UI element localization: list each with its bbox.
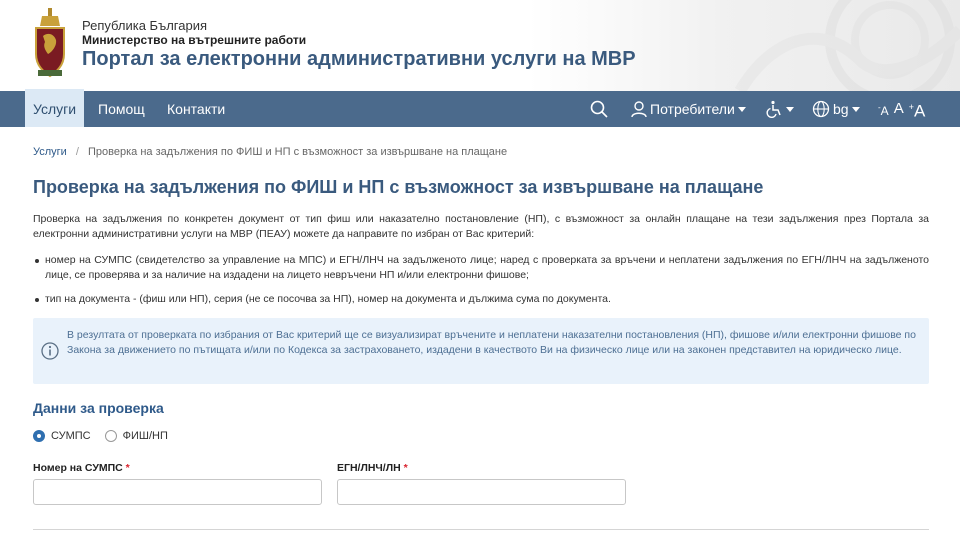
globe-icon (812, 100, 830, 118)
users-menu[interactable]: Потребители (630, 91, 746, 127)
breadcrumb-current: Проверка на задължения по ФИШ и НП с въз… (88, 146, 508, 158)
info-alert: В резултата от проверката по избрания от… (33, 318, 929, 384)
nav-item-services[interactable]: Услуги (25, 89, 85, 127)
chevron-down-icon (737, 106, 746, 112)
form-section-title: Данни за проверка (33, 400, 164, 416)
font-increase-button[interactable]: +A (909, 89, 926, 130)
country-name: Република България (82, 18, 207, 33)
info-circle-icon (41, 342, 59, 360)
users-menu-label: Потребители (650, 101, 735, 117)
radio-sumps-label[interactable]: СУМПС (51, 430, 91, 442)
font-reset-button[interactable]: A (894, 91, 904, 127)
list-item: номер на СУМПС (свидетелство за управлен… (33, 253, 929, 283)
lion-watermark-icon (734, 0, 960, 91)
font-size-controls: -A A +A (878, 91, 925, 127)
coat-of-arms-icon (35, 8, 65, 78)
breadcrumb-separator: / (75, 146, 79, 158)
radio-sumps[interactable] (33, 430, 45, 442)
site-header: Република България Министерство на вътре… (0, 0, 960, 91)
sumps-number-label: Номер на СУМПС * (33, 462, 130, 474)
intro-text: Проверка на задължения по конкретен доку… (33, 213, 929, 240)
search-button[interactable] (590, 91, 608, 127)
wheelchair-icon (766, 100, 781, 118)
sumps-number-input[interactable] (33, 479, 322, 505)
list-item: тип на документа - (фиш или НП), серия (… (33, 292, 929, 307)
page-title: Проверка на задължения по ФИШ и НП с въз… (33, 177, 764, 197)
radio-fish-np[interactable] (104, 430, 117, 442)
chevron-down-icon (786, 106, 794, 112)
search-criteria-radio-group: СУМПС ФИШ/НП (33, 430, 182, 442)
accessibility-menu[interactable] (765, 91, 794, 127)
language-label: bg (833, 101, 849, 117)
main-nav: Услуги Помощ Контакти Потребители bg -A … (0, 89, 960, 127)
nav-item-help[interactable]: Помощ (90, 91, 153, 127)
info-text: В резултата от проверката по избрания от… (67, 329, 916, 356)
breadcrumb: Услуги / Проверка на задължения по ФИШ и… (33, 146, 507, 158)
breadcrumb-services-link[interactable]: Услуги (33, 146, 67, 158)
language-menu[interactable]: bg (812, 91, 860, 127)
divider (33, 529, 929, 530)
criteria-list: номер на СУМПС (свидетелство за управлен… (33, 253, 929, 316)
radio-fish-np-label[interactable]: ФИШ/НП (123, 430, 168, 442)
egn-input[interactable] (337, 479, 626, 505)
user-icon (631, 101, 647, 118)
portal-title[interactable]: Портал за електронни административни усл… (82, 48, 636, 71)
font-decrease-button[interactable]: -A (878, 90, 889, 129)
chevron-down-icon (851, 106, 860, 112)
ministry-name: Министерство на вътрешните работи (82, 33, 307, 47)
required-mark: * (403, 462, 408, 474)
required-mark: * (125, 462, 130, 474)
nav-item-contacts[interactable]: Контакти (159, 91, 233, 127)
egn-label: ЕГН/ЛНЧ/ЛН * (337, 462, 408, 474)
search-icon (590, 100, 608, 118)
